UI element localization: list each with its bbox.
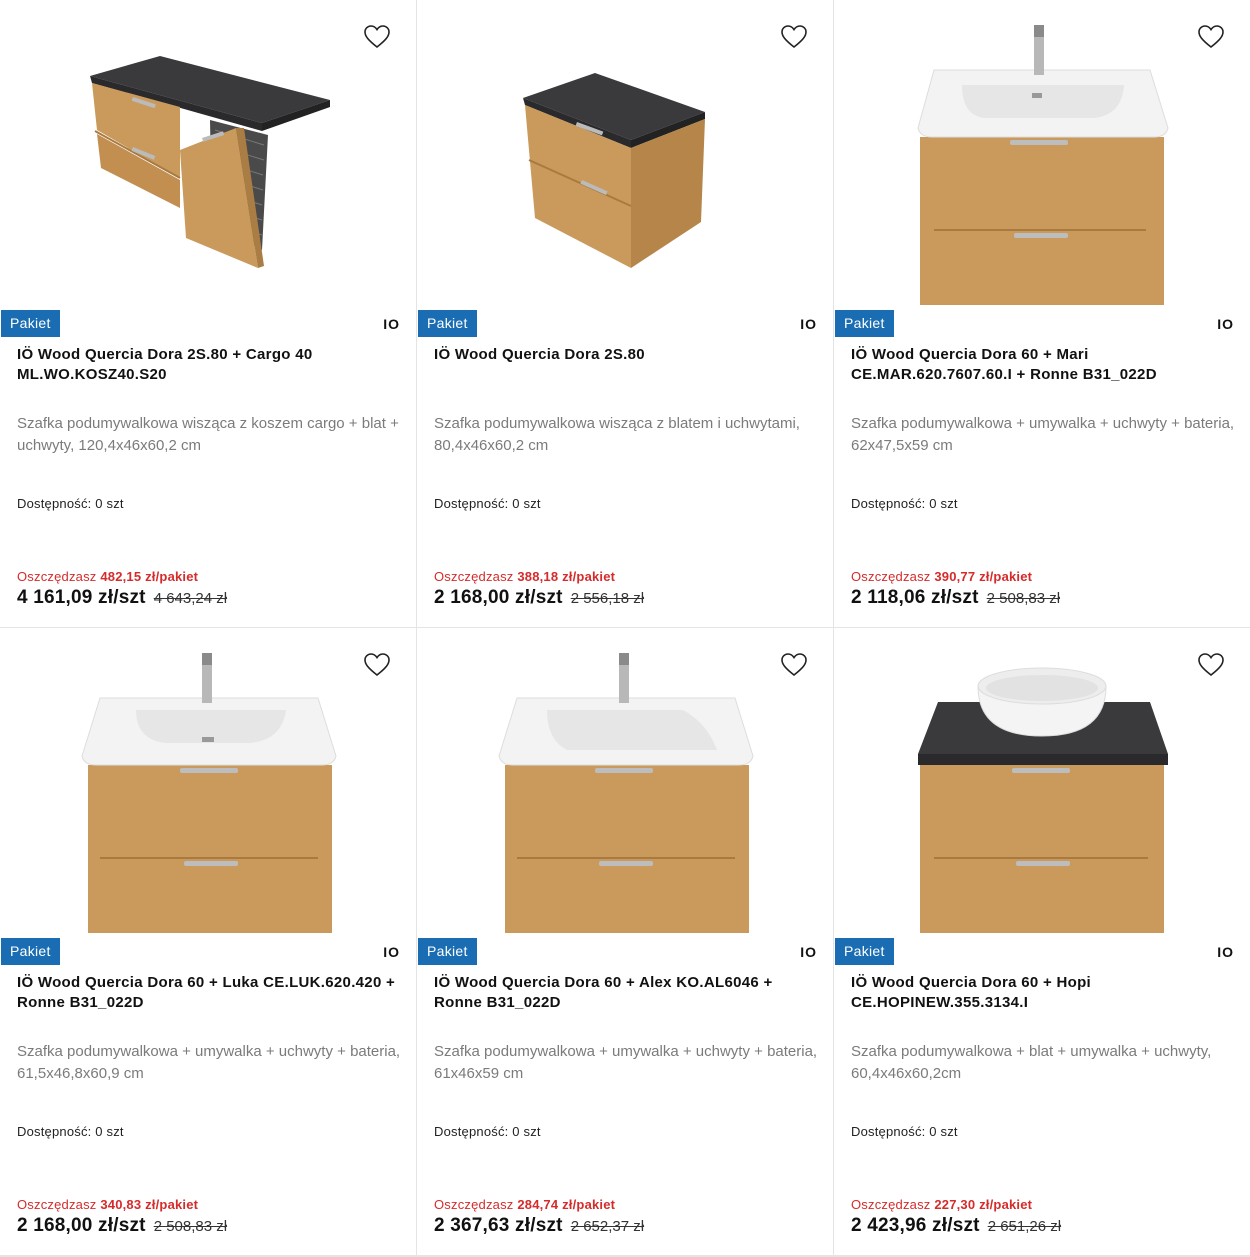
heart-icon[interactable]: [1198, 25, 1224, 49]
product-title[interactable]: IÖ Wood Quercia Dora 60 + Luka CE.LUK.62…: [17, 973, 400, 1013]
product-description: Szafka podumywalkowa wisząca z koszem ca…: [17, 415, 399, 454]
product-card[interactable]: Pakiet IO IÖ Wood Quercia Dora 60 + Luka…: [0, 628, 416, 1255]
brand-logo: IO: [383, 944, 400, 960]
product-title[interactable]: IÖ Wood Quercia Dora 60 + Mari CE.MAR.62…: [851, 345, 1234, 385]
price-row: 2 168,00 zł/szt 2 508,83 zł: [17, 1215, 227, 1237]
savings: Oszczędzasz 284,74 zł/pakiet: [434, 1197, 615, 1212]
price: 2 367,63 zł/szt: [434, 1215, 563, 1236]
price: 2 423,96 zł/szt: [851, 1215, 980, 1236]
product-card[interactable]: Pakiet IO IÖ Wood Quercia Dora 60 + Hopi…: [834, 628, 1250, 1255]
price: 2 168,00 zł/szt: [434, 587, 563, 608]
product-description: Szafka podumywalkowa + blat + umywalka +…: [851, 1043, 1212, 1082]
price-row: 2 367,63 zł/szt 2 652,37 zł: [434, 1215, 644, 1237]
savings-value: 340,83 zł/pakiet: [100, 1197, 199, 1212]
product-card[interactable]: Pakiet IO IÖ Wood Quercia Dora 60 + Alex…: [417, 628, 833, 1255]
heart-icon[interactable]: [1198, 653, 1224, 677]
heart-icon[interactable]: [364, 25, 390, 49]
product-description: Szafka podumywalkowa + umywalka + uchwyt…: [851, 415, 1235, 454]
product-card[interactable]: Pakiet IO IÖ Wood Quercia Dora 2S.80 Sza…: [417, 0, 833, 627]
savings-value: 227,30 zł/pakiet: [934, 1197, 1033, 1212]
savings-value: 388,18 zł/pakiet: [517, 569, 616, 584]
brand-logo: IO: [1217, 944, 1234, 960]
savings-label: Oszczędzasz: [17, 1197, 97, 1212]
brand-logo: IO: [800, 316, 817, 332]
price-row: 2 168,00 zł/szt 2 556,18 zł: [434, 587, 644, 609]
savings-value: 390,77 zł/pakiet: [934, 569, 1033, 584]
heart-icon[interactable]: [781, 653, 807, 677]
brand-logo: IO: [383, 316, 400, 332]
heart-icon[interactable]: [781, 25, 807, 49]
old-price: 4 643,24 zł: [153, 590, 228, 607]
old-price: 2 508,83 zł: [153, 1218, 228, 1235]
brand-logo: IO: [1217, 316, 1234, 332]
price-row: 2 118,06 zł/szt 2 508,83 zł: [851, 587, 1060, 609]
savings: Oszczędzasz 388,18 zł/pakiet: [434, 569, 615, 584]
package-badge: Pakiet: [418, 938, 477, 965]
product-image[interactable]: [417, 628, 833, 933]
savings-value: 284,74 zł/pakiet: [517, 1197, 616, 1212]
product-title[interactable]: IÖ Wood Quercia Dora 60 + Alex KO.AL6046…: [434, 973, 817, 1013]
price: 2 118,06 zł/szt: [851, 587, 979, 608]
old-price: 2 556,18 zł: [570, 590, 645, 607]
product-image[interactable]: [834, 628, 1250, 933]
availability: Dostępność: 0 szt: [17, 1124, 124, 1139]
package-badge: Pakiet: [835, 310, 894, 337]
availability: Dostępność: 0 szt: [851, 1124, 958, 1139]
product-description: Szafka podumywalkowa + umywalka + uchwyt…: [17, 1043, 401, 1082]
product-title[interactable]: IÖ Wood Quercia Dora 60 + Hopi CE.HOPINE…: [851, 973, 1234, 1013]
savings-label: Oszczędzasz: [851, 569, 931, 584]
product-image[interactable]: [0, 0, 416, 305]
package-badge: Pakiet: [1, 938, 60, 965]
product-image[interactable]: [0, 628, 416, 933]
savings-label: Oszczędzasz: [17, 569, 97, 584]
price-row: 4 161,09 zł/szt 4 643,24 zł: [17, 587, 227, 609]
price: 4 161,09 zł/szt: [17, 587, 146, 608]
old-price: 2 508,83 zł: [986, 590, 1061, 607]
brand-logo: IO: [800, 944, 817, 960]
product-grid: Pakiet IO IÖ Wood Quercia Dora 2S.80 + C…: [0, 0, 1250, 1257]
product-image[interactable]: [417, 0, 833, 305]
availability: Dostępność: 0 szt: [434, 496, 541, 511]
availability: Dostępność: 0 szt: [851, 496, 958, 511]
product-description: Szafka podumywalkowa wisząca z blatem i …: [434, 415, 800, 454]
savings: Oszczędzasz 482,15 zł/pakiet: [17, 569, 198, 584]
savings-label: Oszczędzasz: [434, 569, 514, 584]
package-badge: Pakiet: [1, 310, 60, 337]
product-title[interactable]: IÖ Wood Quercia Dora 2S.80: [434, 345, 817, 365]
price: 2 168,00 zł/szt: [17, 1215, 146, 1236]
product-image[interactable]: [834, 0, 1250, 305]
savings-label: Oszczędzasz: [851, 1197, 931, 1212]
savings: Oszczędzasz 340,83 zł/pakiet: [17, 1197, 198, 1212]
product-description: Szafka podumywalkowa + umywalka + uchwyt…: [434, 1043, 818, 1082]
savings-value: 482,15 zł/pakiet: [100, 569, 199, 584]
old-price: 2 652,37 zł: [570, 1218, 645, 1235]
package-badge: Pakiet: [835, 938, 894, 965]
old-price: 2 651,26 zł: [987, 1218, 1062, 1235]
savings: Oszczędzasz 390,77 zł/pakiet: [851, 569, 1032, 584]
package-badge: Pakiet: [418, 310, 477, 337]
savings-label: Oszczędzasz: [434, 1197, 514, 1212]
heart-icon[interactable]: [364, 653, 390, 677]
savings: Oszczędzasz 227,30 zł/pakiet: [851, 1197, 1032, 1212]
product-card[interactable]: Pakiet IO IÖ Wood Quercia Dora 60 + Mari…: [834, 0, 1250, 627]
availability: Dostępność: 0 szt: [17, 496, 124, 511]
product-title[interactable]: IÖ Wood Quercia Dora 2S.80 + Cargo 40 ML…: [17, 345, 400, 385]
product-card[interactable]: Pakiet IO IÖ Wood Quercia Dora 2S.80 + C…: [0, 0, 416, 627]
price-row: 2 423,96 zł/szt 2 651,26 zł: [851, 1215, 1061, 1237]
availability: Dostępność: 0 szt: [434, 1124, 541, 1139]
